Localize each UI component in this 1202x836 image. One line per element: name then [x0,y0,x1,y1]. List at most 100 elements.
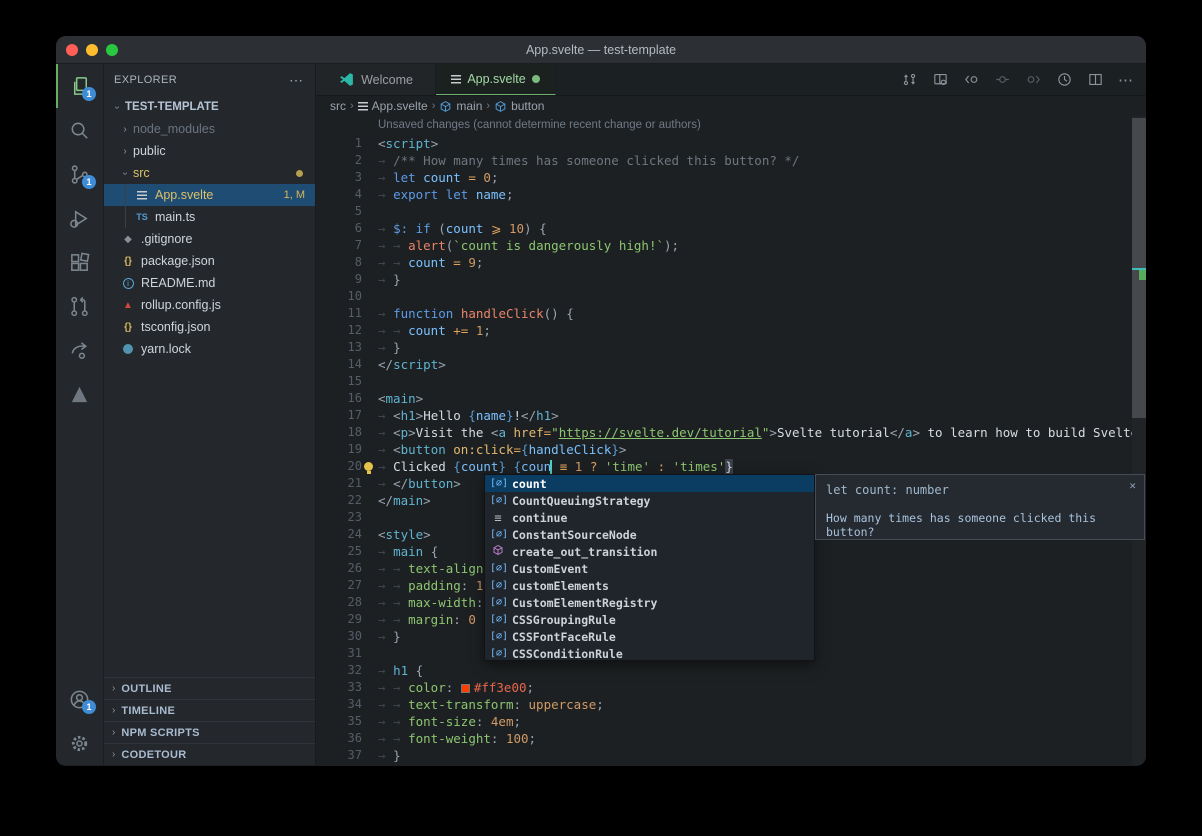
source-control-activity-item[interactable]: 1 [56,152,103,196]
code-line-37[interactable]: 37→ } [316,747,1146,764]
split-editor-icon[interactable] [1087,71,1104,88]
suggest-item-CSSConditionRule[interactable]: [∅]CSSConditionRule [485,645,814,662]
code-line-36[interactable]: 36→ → font-weight: 100; [316,730,1146,747]
tree-item-tsconfig-json[interactable]: {}tsconfig.json [104,316,315,338]
suggest-item-CSSGroupingRule[interactable]: [∅]CSSGroupingRule [485,611,814,628]
tree-item-src[interactable]: ›src [104,162,315,184]
code-line-9[interactable]: 9→ } [316,271,1146,288]
code-line-3[interactable]: 3→ let count = 0; [316,169,1146,186]
tree-item-label: public [133,144,315,158]
code-line-17[interactable]: 17→ <h1>Hello {name}!</h1> [316,407,1146,424]
code-line-10[interactable]: 10 [316,288,1146,305]
tree-item--gitignore[interactable]: ◆.gitignore [104,228,315,250]
modified-dot-icon[interactable] [532,75,540,83]
breadcrumb-item-app-svelte[interactable]: App.svelte [358,99,428,113]
suggest-item-label: CustomElementRegistry [512,596,657,610]
code-line-16[interactable]: 16<main> [316,390,1146,407]
accounts-activity-item[interactable]: 1 [56,677,103,721]
line-number: 21 [316,475,362,492]
lightbulb-icon[interactable] [364,462,373,471]
more-actions-icon[interactable]: ⋯ [289,72,305,89]
code-line-13[interactable]: 13→ } [316,339,1146,356]
code-line-34[interactable]: 34→ → text-transform: uppercase; [316,696,1146,713]
line-number: 6 [316,220,362,237]
minimize-window-button[interactable] [86,44,98,56]
suggest-item-CountQueuingStrategy[interactable]: [∅]CountQueuingStrategy [485,492,814,509]
tree-item-label: README.md [141,276,315,290]
suggest-item-ConstantSourceNode[interactable]: [∅]ConstantSourceNode [485,526,814,543]
code-line-7[interactable]: 7→ → alert(`count is dangerously high!`)… [316,237,1146,254]
tree-item-node-modules[interactable]: ›node_modules [104,118,315,140]
breadcrumb-item-src[interactable]: src [330,99,346,113]
explorer-activity-item[interactable]: 1 [56,64,103,108]
run-debug-activity-item[interactable] [56,196,103,240]
breadcrumb-item-main[interactable]: main [439,99,482,113]
line-content [362,203,378,220]
suggest-item-CustomEvent[interactable]: [∅]CustomEvent [485,560,814,577]
previous-change-icon[interactable] [963,71,980,88]
panel-label: CODETOUR [121,749,186,761]
suggest-item-CSSFontFaceRule[interactable]: [∅]CSSFontFaceRule [485,628,814,645]
code-line-33[interactable]: 33→ → color: #ff3e00; [316,679,1146,696]
line-number: 27 [316,577,362,594]
suggest-item-customElements[interactable]: [∅]customElements [485,577,814,594]
code-line-6[interactable]: 6→ $: if (count ⩾ 10) { [316,220,1146,237]
breadcrumb-item-button[interactable]: button [494,99,544,113]
code-line-12[interactable]: 12→ → count += 1; [316,322,1146,339]
open-changes-icon[interactable] [901,71,918,88]
code-line-18[interactable]: 18→ <p>Visit the <a href="https://svelte… [316,424,1146,441]
panel-codetour[interactable]: ›CODETOUR [104,743,315,765]
line-number: 28 [316,594,362,611]
suggest-item-count[interactable]: [∅]count [485,475,814,492]
azure-activity-item[interactable] [56,372,103,416]
suggest-item-label: count [512,477,547,491]
file-history-icon[interactable] [1056,71,1073,88]
tree-item-yarn-lock[interactable]: yarn.lock [104,338,315,360]
tree-item-main-ts[interactable]: TSmain.ts [104,206,315,228]
suggest-item-continue[interactable]: ≡continue [485,509,814,526]
code-editor[interactable]: Unsaved changes (cannot determine recent… [316,116,1146,765]
panel-npm-scripts[interactable]: ›NPM SCRIPTS [104,721,315,743]
panel-outline[interactable]: ›OUTLINE [104,677,315,699]
search-activity-item[interactable] [56,108,103,152]
tree-item-test-template[interactable]: ›TEST-TEMPLATE [104,96,315,118]
code-line-2[interactable]: 2→ /** How many times has someone clicke… [316,152,1146,169]
suggest-item-CustomElementRegistry[interactable]: [∅]CustomElementRegistry [485,594,814,611]
code-line-32[interactable]: 32→ h1 { [316,662,1146,679]
panel-timeline[interactable]: ›TIMELINE [104,699,315,721]
line-content: </main> [362,492,431,509]
tree-item-package-json[interactable]: {}package.json [104,250,315,272]
live-share-activity-item[interactable] [56,328,103,372]
tree-item-app-svelte[interactable]: App.svelte1, M [104,184,315,206]
code-line-8[interactable]: 8→ → count = 9; [316,254,1146,271]
code-line-20[interactable]: 20→ Clicked {count} {coun ≡ 1 ? 'time' :… [316,458,1146,475]
current-change-icon[interactable] [994,71,1011,88]
next-change-icon[interactable] [1025,71,1042,88]
suggest-item-create_out_transition[interactable]: create_out_transition [485,543,814,560]
code-line-4[interactable]: 4→ export let name; [316,186,1146,203]
code-line-14[interactable]: 14</script> [316,356,1146,373]
line-content: → → font-weight: 100; [362,730,536,747]
close-window-button[interactable] [66,44,78,56]
code-line-15[interactable]: 15 [316,373,1146,390]
more-actions-icon[interactable]: ⋯ [1118,71,1134,89]
code-line-1[interactable]: 1<script> [316,135,1146,152]
sidebar-panels: ›OUTLINE›TIMELINE›NPM SCRIPTS›CODETOUR [104,677,315,765]
tree-item-rollup-config-js[interactable]: ▲rollup.config.js [104,294,315,316]
github-pr-activity-item[interactable] [56,284,103,328]
code-line-5[interactable]: 5 [316,203,1146,220]
vertical-scrollbar[interactable] [1132,116,1146,765]
code-line-35[interactable]: 35→ → font-size: 4em; [316,713,1146,730]
tree-item-public[interactable]: ›public [104,140,315,162]
line-content: → <h1>Hello {name}!</h1> [362,407,559,424]
tab-app-svelte[interactable]: App.svelte [436,64,556,95]
tree-item-readme-md[interactable]: iREADME.md [104,272,315,294]
open-preview-icon[interactable] [932,71,949,88]
code-line-11[interactable]: 11→ function handleClick() { [316,305,1146,322]
extensions-activity-item[interactable] [56,240,103,284]
zoom-window-button[interactable] [106,44,118,56]
settings-activity-item[interactable] [56,721,103,765]
tab-welcome[interactable]: Welcome [316,64,436,95]
close-icon[interactable]: ✕ [1129,479,1136,492]
code-line-19[interactable]: 19→ <button on:click={handleClick}> [316,441,1146,458]
